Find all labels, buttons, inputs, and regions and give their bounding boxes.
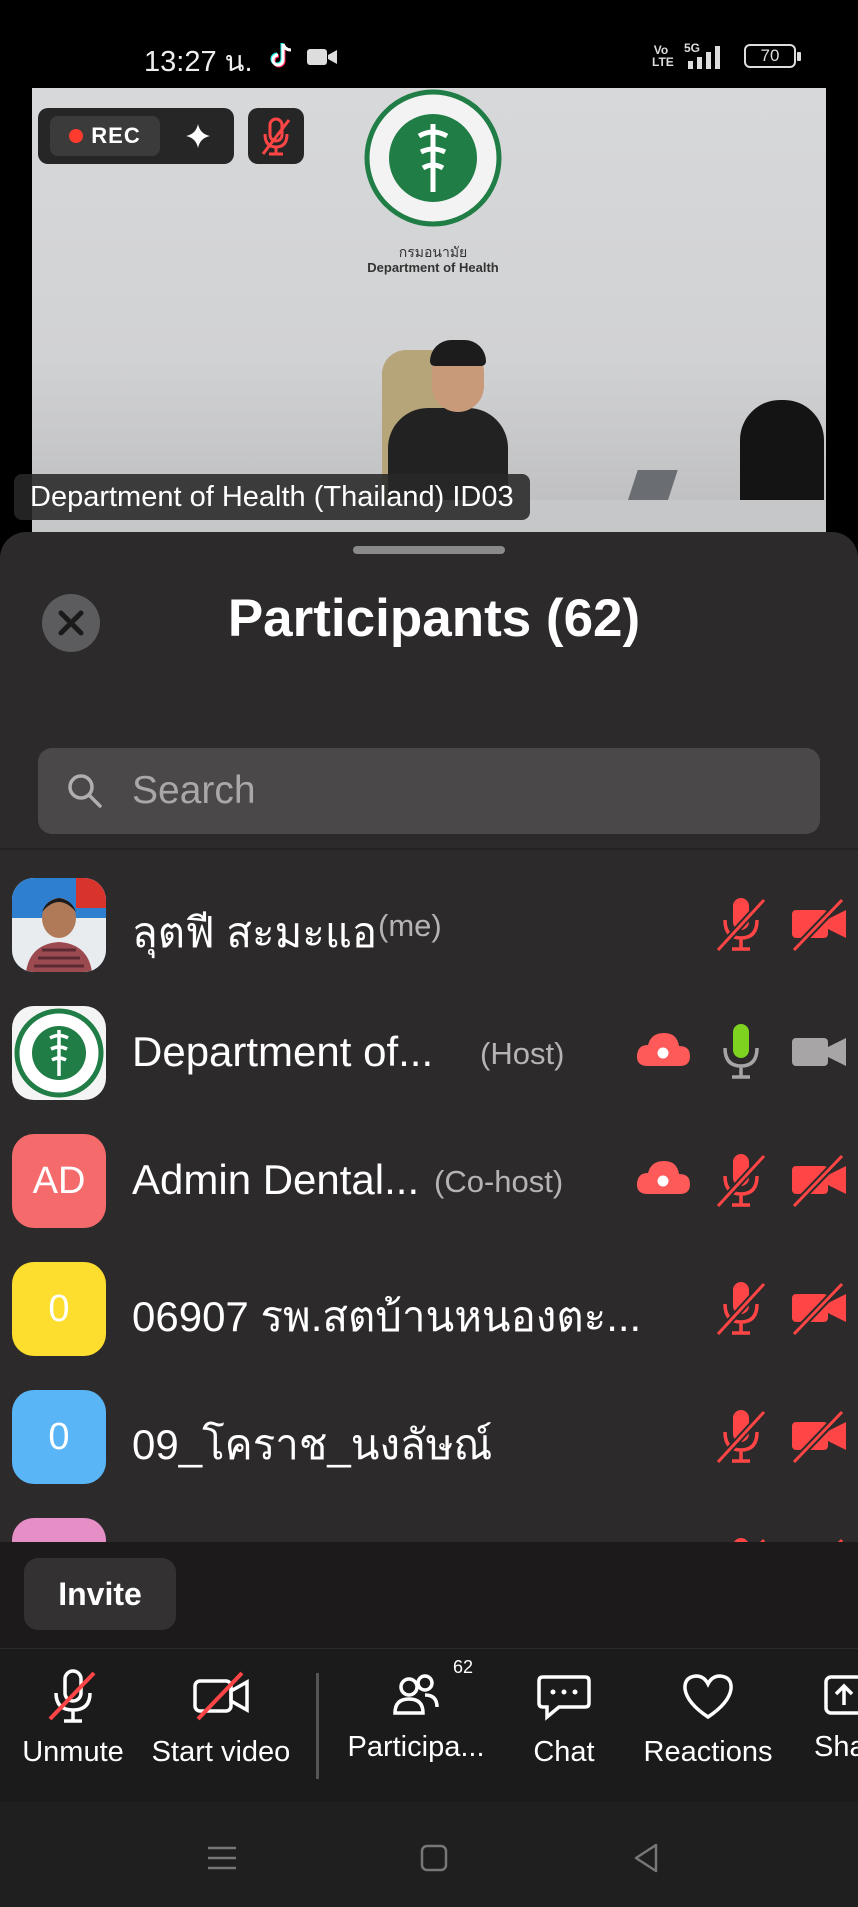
volte-icon: Vo LTE [652, 43, 674, 69]
search-input[interactable] [132, 769, 772, 813]
status-bar: 13:27 น. Vo LTE 5G 70 [0, 0, 858, 88]
reactions-label: Reactions [643, 1736, 773, 1768]
participant-role: (Host) [480, 1036, 565, 1071]
recents-menu-icon[interactable] [202, 1838, 242, 1878]
tiktok-icon [270, 43, 292, 68]
ministry-seal-logo [364, 89, 502, 227]
mic-off-icon [48, 1669, 96, 1723]
mic-off-icon[interactable] [712, 1276, 770, 1340]
mic-off-icon [261, 117, 291, 156]
unmute-button[interactable]: Unmute [18, 1667, 128, 1769]
participant-row[interactable]: 0 06907 รพ.สตบ้านหนองตะ... [0, 1246, 858, 1374]
participants-icon-wrap: 62 [387, 1657, 473, 1725]
recording-dot-icon [69, 129, 84, 143]
avatar: 0 [12, 1262, 106, 1356]
avatar: AD [12, 1134, 106, 1228]
participant-row[interactable]: ลุตฟี สะมะแอ (me) [0, 862, 858, 990]
invite-bar: Invite [0, 1542, 858, 1648]
invite-button[interactable]: Invite [24, 1558, 176, 1630]
home-square-icon[interactable] [414, 1838, 454, 1878]
back-triangle-icon[interactable] [626, 1838, 666, 1878]
speaker-hair [430, 340, 486, 366]
avatar [12, 1006, 106, 1100]
participant-name: Department of... [132, 1028, 434, 1075]
video-off-icon[interactable] [790, 1276, 848, 1340]
avatar [12, 878, 106, 972]
unmute-label: Unmute [22, 1736, 124, 1768]
svg-text:5G: 5G [684, 41, 700, 55]
video-off-icon [193, 1671, 249, 1721]
video-off-icon[interactable] [790, 1404, 848, 1468]
participant-name: 06907 รพ.สตบ้านหนองตะ... [132, 1293, 642, 1340]
mic-on-icon[interactable] [712, 1020, 770, 1084]
participants-button[interactable]: 62 Participa... [344, 1657, 488, 1764]
participant-name: Admin Dental... [132, 1156, 420, 1203]
heart-icon [683, 1674, 733, 1720]
signal-icon: 5G [684, 41, 720, 69]
video-off-icon[interactable] [790, 892, 848, 956]
start-video-button[interactable]: Start video [148, 1667, 294, 1769]
speaker-muted-indicator [248, 108, 304, 164]
battery-indicator: 70 [744, 44, 801, 68]
share-label: Sha [814, 1731, 858, 1763]
sheet-drag-handle[interactable] [353, 546, 505, 554]
sheet-title: Participants (62) [227, 589, 641, 648]
backdrop-logo-english: Department of Health [367, 260, 499, 275]
status-time: 13:27 น. [144, 46, 253, 78]
share-button[interactable]: Sha [814, 1667, 858, 1764]
profile-photo [12, 878, 106, 972]
chat-icon [537, 1675, 591, 1721]
video-off-icon[interactable] [790, 1148, 848, 1212]
participants-list[interactable]: ลุตฟี สะมะแอ (me) Department of... (Host… [0, 862, 858, 1574]
mic-off-icon[interactable] [712, 1148, 770, 1212]
video-camera-icon [307, 49, 337, 65]
ministry-seal-logo [14, 1008, 104, 1098]
toolbar-separator [316, 1673, 319, 1779]
chat-button[interactable]: Chat [522, 1667, 606, 1769]
cloud-recording-icon [636, 1033, 690, 1066]
participants-icon [393, 1674, 439, 1715]
participant-role: (me) [378, 908, 442, 943]
sheet-divider [0, 848, 858, 850]
system-nav-bar [0, 1802, 858, 1907]
search-field[interactable] [38, 748, 820, 834]
participants-label: Participa... [347, 1731, 485, 1763]
start-video-label: Start video [151, 1736, 291, 1768]
participant-name: ลุตฟี สะมะแอ [132, 909, 378, 956]
recording-label: REC [91, 123, 141, 148]
participant-role: (Co-host) [434, 1164, 564, 1199]
share-icon [824, 1675, 858, 1715]
participant-name: 09_โคราช_นงลัษณ์ [132, 1421, 493, 1468]
mic-off-icon[interactable] [712, 1404, 770, 1468]
participant-row[interactable]: AD Admin Dental... (Co-host) [0, 1118, 858, 1246]
participants-count-badge: 62 [452, 1657, 473, 1677]
participant-row[interactable]: Department of... (Host) [0, 990, 858, 1118]
recording-indicator[interactable]: REC [38, 108, 234, 164]
ai-companion-sparkle-icon[interactable] [180, 118, 216, 154]
mic-off-icon[interactable] [712, 892, 770, 956]
status-right: Vo LTE 5G 70 [652, 40, 801, 72]
cloud-recording-icon [636, 1161, 690, 1194]
speaker-name-tag: Department of Health (Thailand) ID03 [14, 474, 530, 520]
avatar: 0 [12, 1390, 106, 1484]
meeting-toolbar: Unmute Start video 62 Participa... Chat … [0, 1648, 858, 1802]
participant-row[interactable]: 0 09_โคราช_นงลัษณ์ [0, 1374, 858, 1502]
video-on-icon[interactable] [790, 1020, 848, 1084]
participants-sheet: Participants (62) ลุตฟี สะมะแอ [0, 532, 858, 1648]
reactions-button[interactable]: Reactions [636, 1667, 780, 1769]
chat-label: Chat [533, 1736, 595, 1768]
search-icon [68, 774, 102, 808]
